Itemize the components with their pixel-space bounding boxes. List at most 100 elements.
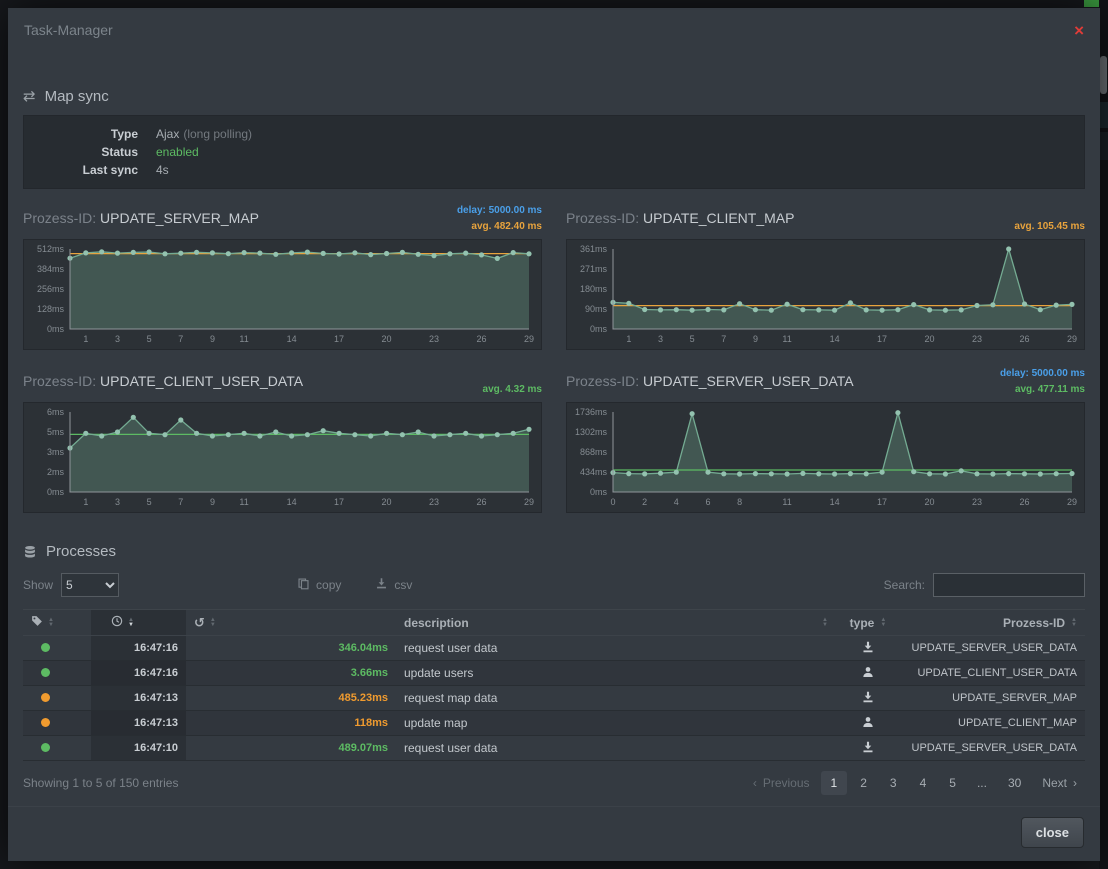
svg-text:9: 9 — [753, 334, 758, 344]
svg-text:20: 20 — [925, 334, 935, 344]
svg-text:4: 4 — [674, 497, 679, 507]
chart-stats: avg. 4.32 ms — [483, 382, 542, 398]
charts-grid: Prozess-ID: UPDATE_SERVER_MAP delay: 500… — [23, 201, 1085, 513]
column-header-description[interactable]: description ▲▼ — [396, 610, 836, 636]
row-duration: 118ms — [186, 711, 396, 736]
page-fragment — [1099, 102, 1108, 128]
svg-text:8: 8 — [737, 497, 742, 507]
sort-icon: ▲▼ — [210, 618, 216, 628]
user-icon — [862, 666, 874, 678]
svg-text:14: 14 — [830, 497, 840, 507]
svg-text:29: 29 — [524, 497, 534, 507]
chart-title: Prozess-ID: UPDATE_SERVER_USER_DATA — [566, 373, 854, 389]
copy-button[interactable]: copy — [297, 577, 341, 593]
svg-text:384ms: 384ms — [37, 264, 65, 274]
info-row-type: Type Ajax(long polling) — [38, 125, 1070, 143]
page-fragment — [1099, 132, 1108, 160]
svg-text:17: 17 — [334, 334, 344, 344]
processes-heading: Processes — [23, 543, 1085, 560]
column-header-status[interactable]: ▲▼ — [23, 610, 91, 636]
history-icon: ↺ — [194, 616, 205, 629]
table-row[interactable]: 16:47:10 489.07ms request user data UPDA… — [23, 736, 1085, 761]
page-button-3[interactable]: 3 — [880, 771, 907, 795]
table-row[interactable]: 16:47:13 118ms update map UPDATE_CLIENT_… — [23, 711, 1085, 736]
svg-text:20: 20 — [925, 497, 935, 507]
sort-icon: ▲▼ — [1071, 618, 1077, 628]
svg-text:3ms: 3ms — [47, 447, 65, 457]
svg-text:26: 26 — [1020, 334, 1030, 344]
row-description: update users — [396, 661, 836, 686]
svg-text:20: 20 — [382, 334, 392, 344]
sort-icon: ▲▼ — [822, 618, 828, 628]
page-size-select[interactable]: 5 — [61, 573, 119, 597]
chart-stats: avg. 105.45 ms — [1014, 219, 1085, 235]
svg-text:1: 1 — [83, 334, 88, 344]
page-button-2[interactable]: 2 — [850, 771, 877, 795]
row-type — [836, 711, 900, 736]
svg-text:3: 3 — [658, 334, 663, 344]
chart-avg-label: avg. 482.40 ms — [457, 219, 542, 235]
row-time: 16:47:16 — [91, 661, 186, 686]
svg-text:17: 17 — [877, 497, 887, 507]
svg-text:9: 9 — [210, 497, 215, 507]
svg-text:5: 5 — [147, 334, 152, 344]
svg-text:26: 26 — [1020, 497, 1030, 507]
table-row[interactable]: 16:47:16 3.66ms update users UPDATE_CLIE… — [23, 661, 1085, 686]
info-label: Status — [38, 143, 138, 161]
search-input[interactable] — [933, 573, 1085, 597]
status-dot — [41, 668, 50, 677]
row-time: 16:47:13 — [91, 711, 186, 736]
svg-text:6ms: 6ms — [47, 407, 65, 417]
close-button[interactable]: close — [1021, 817, 1084, 848]
column-header-duration[interactable]: ↺ ▲▼ — [186, 610, 396, 636]
page-button-4[interactable]: 4 — [910, 771, 937, 795]
page-button-5[interactable]: 5 — [939, 771, 966, 795]
csv-button[interactable]: csv — [375, 577, 412, 593]
column-header-time[interactable]: ▲▼ — [91, 610, 186, 636]
row-time: 16:47:13 — [91, 686, 186, 711]
page-scrollbar-handle[interactable] — [1100, 56, 1107, 94]
search-label: Search: — [884, 578, 925, 592]
info-label: Type — [38, 125, 138, 143]
svg-text:1302ms: 1302ms — [575, 427, 608, 437]
database-icon — [23, 545, 37, 559]
svg-text:0ms: 0ms — [590, 487, 608, 497]
row-duration: 346.04ms — [186, 636, 396, 661]
sort-icon: ▲▼ — [128, 618, 134, 628]
svg-text:361ms: 361ms — [580, 244, 608, 254]
row-type — [836, 736, 900, 761]
transfer-arrows-icon: ⇄ — [23, 89, 36, 104]
page-button-1[interactable]: 1 — [821, 771, 848, 795]
row-prozess-id: UPDATE_CLIENT_MAP — [900, 711, 1085, 736]
svg-text:11: 11 — [782, 334, 791, 344]
chart-panel-update-server-map: Prozess-ID: UPDATE_SERVER_MAP delay: 500… — [23, 201, 542, 350]
next-page-button[interactable]: Next › — [1034, 771, 1085, 795]
svg-text:7: 7 — [178, 497, 183, 507]
page-button-30[interactable]: 30 — [998, 771, 1031, 795]
previous-page-button[interactable]: ‹ Previous — [745, 771, 818, 795]
svg-text:5: 5 — [147, 497, 152, 507]
svg-text:0ms: 0ms — [590, 324, 608, 334]
pagination-pages: 12345...30 — [821, 771, 1032, 795]
table-row[interactable]: 16:47:13 485.23ms request map data UPDAT… — [23, 686, 1085, 711]
column-header-type[interactable]: type ▲▼ — [836, 610, 900, 636]
table-row[interactable]: 16:47:16 346.04ms request user data UPDA… — [23, 636, 1085, 661]
svg-text:23: 23 — [972, 497, 982, 507]
svg-text:9: 9 — [210, 334, 215, 344]
row-description: request user data — [396, 736, 836, 761]
table-controls: Show 5 copy csv Search: — [23, 573, 1085, 597]
chart-avg-label: avg. 477.11 ms — [1000, 382, 1085, 398]
chart-stats: delay: 5000.00 ms avg. 477.11 ms — [1000, 366, 1085, 398]
row-description: request user data — [396, 636, 836, 661]
svg-text:7: 7 — [178, 334, 183, 344]
task-manager-modal: Task-Manager × ⇄ Map sync Type Ajax(long… — [8, 8, 1100, 861]
svg-text:7: 7 — [721, 334, 726, 344]
chart-canvas-update-client-user-data: 0ms2ms3ms5ms6ms1357911141720232629 — [23, 402, 542, 513]
row-prozess-id: UPDATE_CLIENT_USER_DATA — [900, 661, 1085, 686]
table-footer: Showing 1 to 5 of 150 entries ‹ Previous… — [23, 771, 1085, 795]
column-header-prozess-id[interactable]: Prozess-ID ▲▼ — [900, 610, 1085, 636]
info-value: Ajax(long polling) — [156, 125, 252, 143]
chart-canvas-update-server-map: 0ms128ms256ms384ms512ms13579111417202326… — [23, 239, 542, 350]
close-icon[interactable]: × — [1074, 22, 1084, 39]
chart-title: Prozess-ID: UPDATE_CLIENT_USER_DATA — [23, 373, 303, 389]
